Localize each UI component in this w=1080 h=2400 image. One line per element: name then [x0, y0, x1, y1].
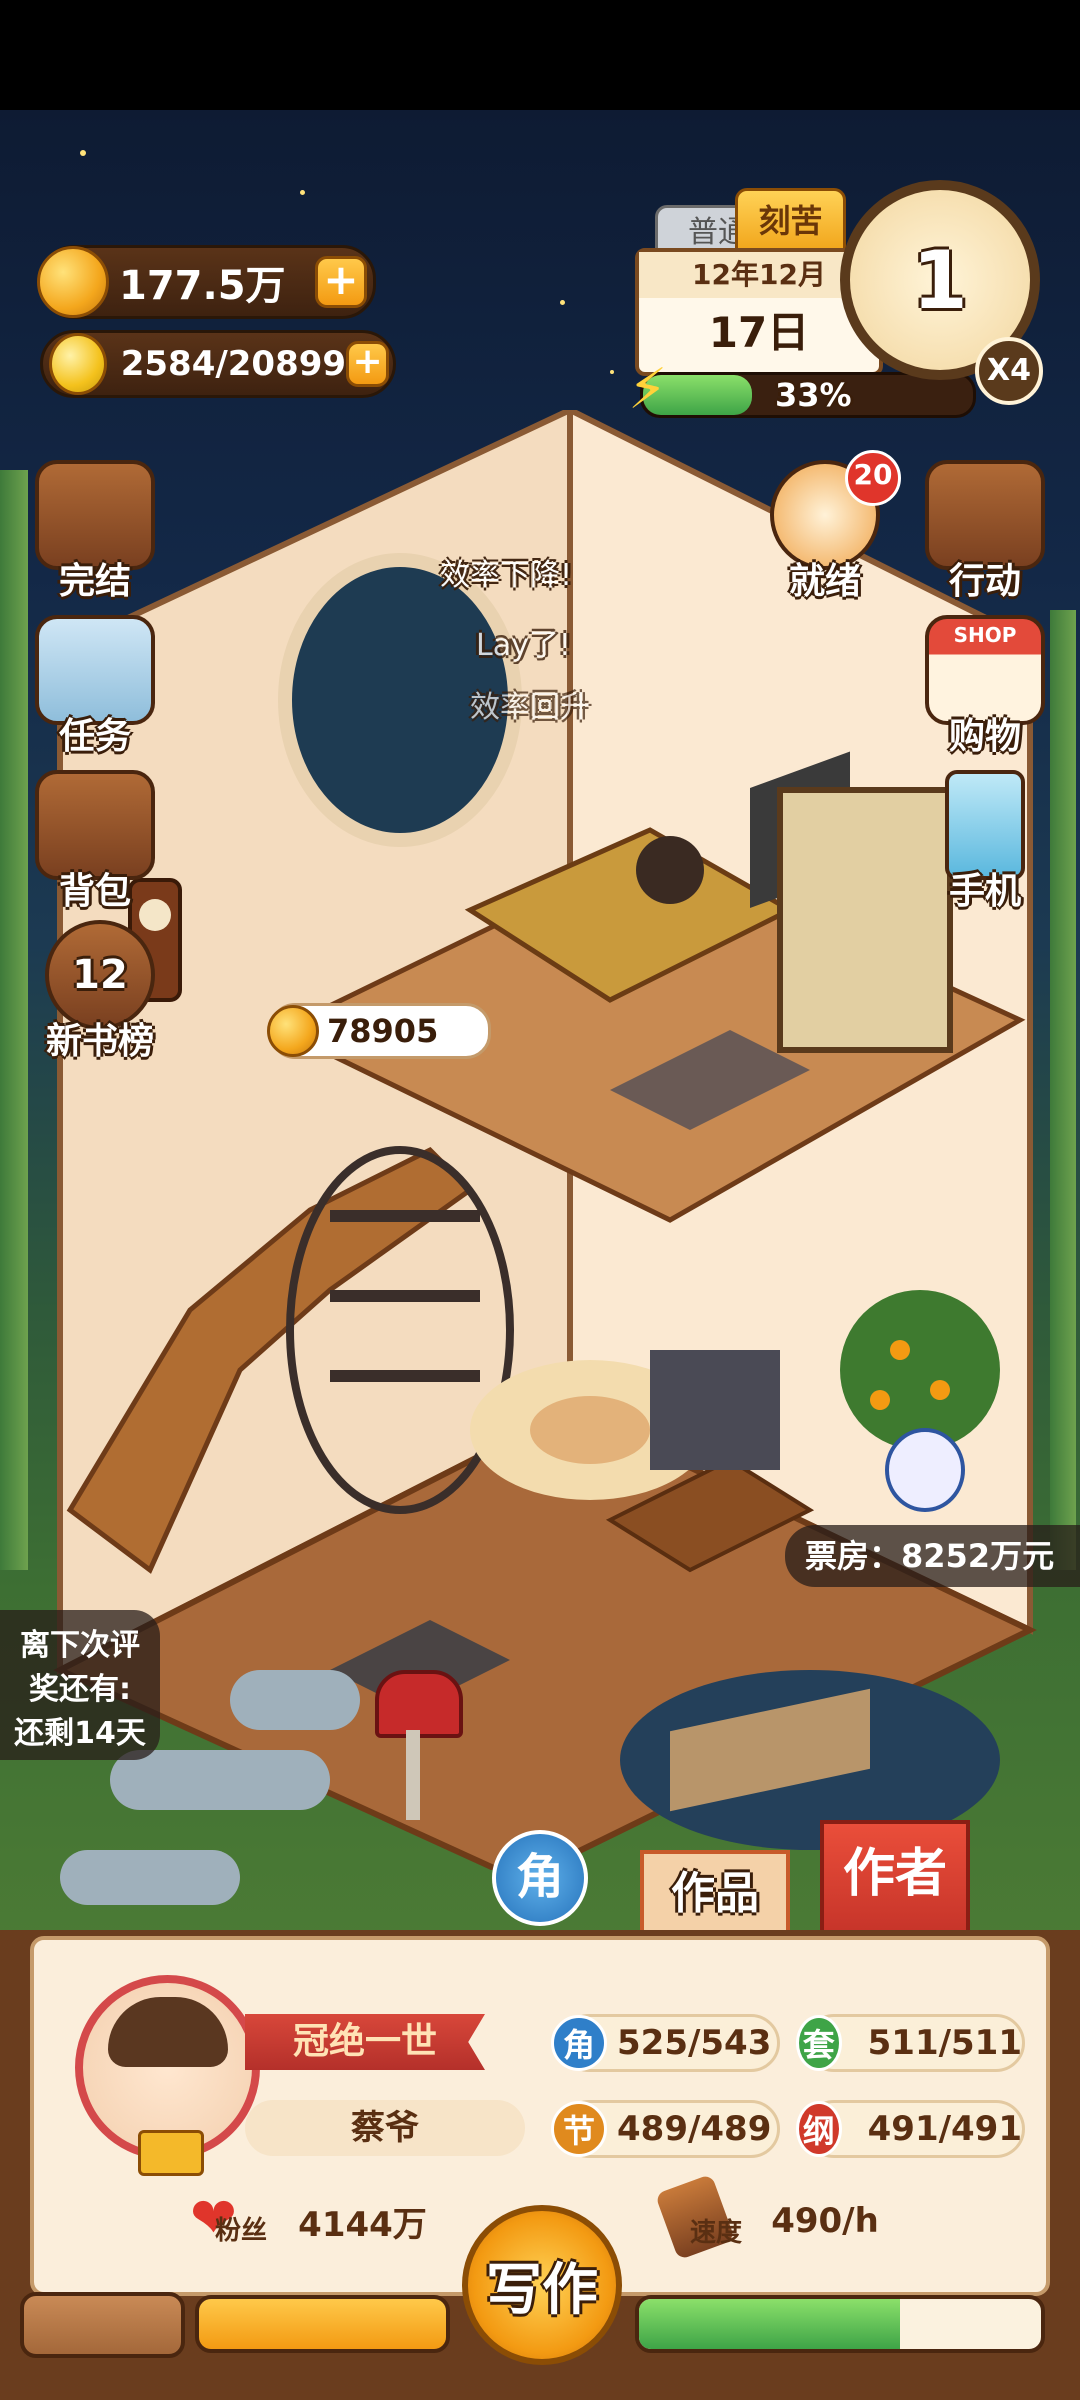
add-money-button[interactable]: +: [315, 256, 367, 308]
mailbox-icon[interactable]: [375, 1670, 463, 1738]
stat-role-value: 525/543: [617, 2023, 772, 2063]
menu-tasks[interactable]: 任务: [20, 615, 170, 765]
stepping-stone: [230, 1670, 360, 1730]
energy-percent: 33%: [775, 376, 852, 414]
star: [80, 150, 86, 156]
speed-multiplier-button[interactable]: X4: [975, 337, 1043, 405]
box-office-label: 票房：8252万元: [785, 1525, 1080, 1587]
menu-shop-label: 购物: [948, 716, 1021, 757]
stat-outline: 纲 491/491: [796, 2100, 1025, 2158]
lightning-icon: ⚡: [628, 357, 668, 422]
income-bubble[interactable]: 78905: [267, 1003, 491, 1059]
money-value: 177.5万: [119, 263, 286, 309]
menu-action[interactable]: 行动: [910, 460, 1060, 610]
day: 17日: [708, 308, 810, 357]
green-progress-bar: [635, 2295, 1045, 2353]
notification-badge: 20: [845, 450, 901, 506]
countdown-line2: 奖还有:: [29, 1672, 131, 1707]
ranking-badge-number: 12: [72, 952, 128, 998]
star: [610, 370, 614, 374]
menu-new-ranking[interactable]: 12 新书榜: [20, 920, 180, 1070]
stat-role: 角 525/543: [551, 2014, 780, 2072]
status-bar: [0, 0, 1080, 110]
write-button-label: 写作: [486, 2257, 598, 2323]
money-pill: 177.5万 +: [37, 245, 376, 319]
menu-ready[interactable]: 就绪 20: [750, 450, 901, 610]
menu-backpack[interactable]: 背包: [20, 770, 170, 920]
add-inspiration-button[interactable]: +: [346, 341, 389, 387]
floating-text: 效率下降!: [440, 558, 573, 593]
income-value: 78905: [327, 1012, 439, 1050]
stat-outline-value: 491/491: [867, 2109, 1022, 2149]
menu-finish[interactable]: 完结: [20, 460, 170, 610]
lightbulb-icon: [49, 333, 107, 395]
menu-finish-label: 完结: [58, 561, 131, 602]
chapter-badge-icon: 节: [551, 2101, 607, 2157]
coin-icon: [267, 1005, 319, 1057]
stat-set-value: 511/511: [867, 2023, 1022, 2063]
inspiration-pill: 2584/20899 +: [40, 330, 396, 398]
avatar-hair: [107, 1997, 228, 2067]
award-countdown: 离下次评 奖还有: 还剩14天: [0, 1610, 160, 1760]
orange-progress-bar: [195, 2295, 450, 2353]
green-progress-fill: [639, 2299, 901, 2349]
menu-tasks-label: 任务: [58, 716, 131, 757]
speed-label: 速度: [690, 2218, 743, 2248]
speed-value: 490/h: [771, 2201, 879, 2241]
fans-label: 粉丝: [215, 2216, 268, 2246]
tab-role[interactable]: 角: [492, 1830, 588, 1926]
role-badge-icon: 角: [551, 2015, 607, 2071]
menu-ready-label: 就绪: [788, 561, 861, 602]
floating-text: Lay了!: [476, 628, 571, 663]
author-name: 蔡爷: [245, 2100, 525, 2156]
outline-badge-icon: 纲: [796, 2101, 842, 2157]
set-badge-icon: 套: [796, 2015, 842, 2071]
author-title: 冠绝一世: [245, 2014, 485, 2070]
stepping-stone: [60, 1850, 240, 1905]
write-button[interactable]: 写作: [462, 2205, 622, 2365]
star: [300, 190, 305, 195]
coin-icon: [37, 246, 109, 318]
menu-phone-label: 手机: [948, 871, 1021, 912]
tab-works[interactable]: 作品: [640, 1850, 790, 1930]
stepping-stone: [110, 1750, 330, 1810]
menu-shop[interactable]: SHOP 购物: [910, 615, 1060, 765]
tab-author[interactable]: 作者: [820, 1820, 970, 1930]
inspiration-value: 2584/20899: [120, 344, 347, 384]
star: [560, 300, 565, 305]
fans-value: 4144万: [298, 2204, 427, 2245]
stat-chapter: 节 489/489: [551, 2100, 780, 2158]
sleeping-character[interactable]: [636, 836, 704, 904]
mailbox-post: [406, 1730, 420, 1820]
menu-backpack-label: 背包: [58, 871, 131, 912]
menu-action-label: 行动: [948, 561, 1021, 602]
shop-sign: SHOP: [953, 623, 1017, 647]
left-slot[interactable]: [20, 2292, 185, 2358]
stat-set: 套 511/511: [796, 2014, 1025, 2072]
countdown-line1: 离下次评: [20, 1628, 140, 1663]
trophy-icon: [138, 2130, 204, 2176]
menu-phone[interactable]: 手机: [910, 770, 1060, 920]
floating-text: 效率回升: [470, 690, 590, 725]
countdown-line3: 还剩14天: [14, 1716, 146, 1751]
orange-progress-fill: [199, 2299, 446, 2349]
author-panel: 冠绝一世 蔡爷 角 525/543 套 511/511 节 489/489 纲 …: [0, 1930, 1080, 2400]
menu-new-ranking-label: 新书榜: [45, 1021, 154, 1062]
clock-value: 1: [912, 233, 968, 327]
stat-chapter-value: 489/489: [617, 2109, 772, 2149]
mode-hard-tab[interactable]: 刻苦: [735, 188, 846, 254]
